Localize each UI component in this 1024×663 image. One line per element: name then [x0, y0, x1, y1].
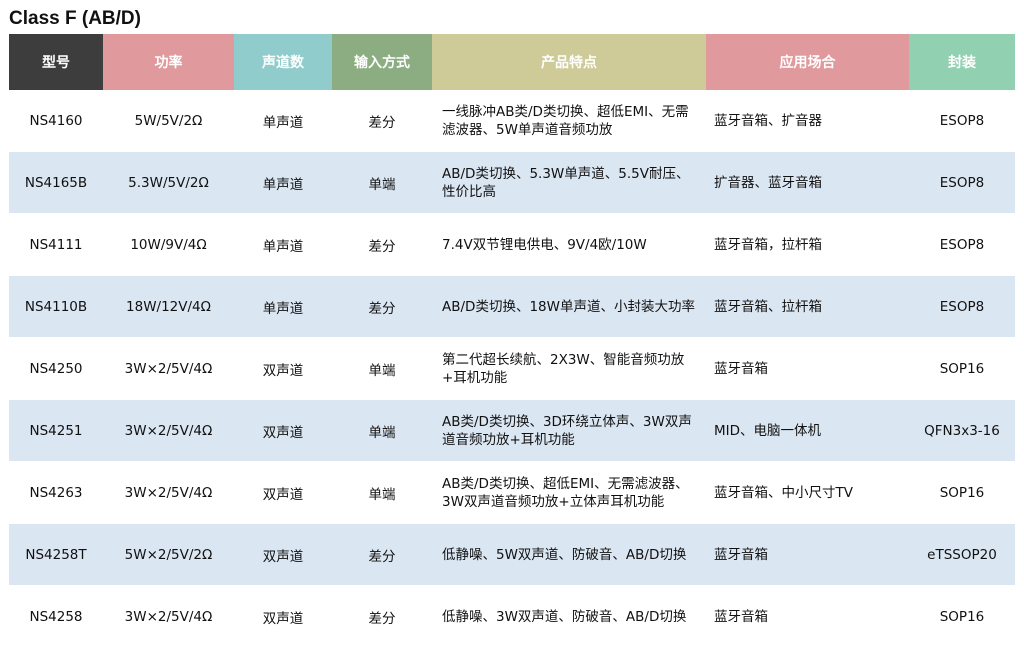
cell-features: 一线脉冲AB类/D类切换、超低EMI、无需滤波器、5W单声道音频功放 — [432, 90, 706, 152]
cell-package: ESOP8 — [909, 276, 1015, 338]
cell-model: NS4258T — [9, 524, 103, 586]
header-channels: 声道数 — [234, 34, 332, 90]
cell-features: 低静噪、5W双声道、防破音、AB/D切换 — [432, 524, 706, 586]
cell-package: ESOP8 — [909, 214, 1015, 276]
cell-application: 蓝牙音箱、中小尺寸TV — [706, 462, 909, 524]
page: Class F (AB/D) 型号 功率 声道数 输入方式 产品特点 应用场合 … — [0, 0, 1024, 663]
cell-model: NS4263 — [9, 462, 103, 524]
cell-power: 5W/5V/2Ω — [103, 90, 234, 152]
cell-model: NS4250 — [9, 338, 103, 400]
cell-channels: 单声道 — [234, 276, 332, 338]
cell-input: 差分 — [332, 586, 432, 648]
cell-power: 18W/12V/4Ω — [103, 276, 234, 338]
cell-application: 蓝牙音箱、拉杆箱 — [706, 276, 909, 338]
cell-power: 5.3W/5V/2Ω — [103, 152, 234, 214]
cell-application: 扩音器、蓝牙音箱 — [706, 152, 909, 214]
cell-input: 单端 — [332, 152, 432, 214]
cell-power: 3W×2/5V/4Ω — [103, 338, 234, 400]
page-title: Class F (AB/D) — [9, 8, 141, 29]
cell-channels: 单声道 — [234, 152, 332, 214]
header-features: 产品特点 — [432, 34, 706, 90]
cell-input: 单端 — [332, 400, 432, 462]
cell-input: 单端 — [332, 338, 432, 400]
cell-input: 差分 — [332, 524, 432, 586]
cell-package: eTSSOP20 — [909, 524, 1015, 586]
cell-power: 5W×2/5V/2Ω — [103, 524, 234, 586]
cell-features: 7.4V双节锂电供电、9V/4欧/10W — [432, 214, 706, 276]
table-grid: 型号 功率 声道数 输入方式 产品特点 应用场合 封装 NS4160 5W/5V/… — [9, 34, 1015, 648]
cell-power: 3W×2/5V/4Ω — [103, 462, 234, 524]
cell-features: AB/D类切换、5.3W单声道、5.5V耐压、性价比高 — [432, 152, 706, 214]
cell-model: NS4258 — [9, 586, 103, 648]
cell-channels: 双声道 — [234, 524, 332, 586]
header-power: 功率 — [103, 34, 234, 90]
cell-channels: 单声道 — [234, 90, 332, 152]
cell-model: NS4111 — [9, 214, 103, 276]
cell-channels: 单声道 — [234, 214, 332, 276]
cell-input: 单端 — [332, 462, 432, 524]
cell-model: NS4165B — [9, 152, 103, 214]
header-package: 封装 — [909, 34, 1015, 90]
cell-package: QFN3x3-16 — [909, 400, 1015, 462]
cell-application: MID、电脑一体机 — [706, 400, 909, 462]
cell-power: 10W/9V/4Ω — [103, 214, 234, 276]
cell-package: SOP16 — [909, 338, 1015, 400]
cell-features: AB类/D类切换、超低EMI、无需滤波器、3W双声道音频功放+立体声耳机功能 — [432, 462, 706, 524]
cell-package: SOP16 — [909, 586, 1015, 648]
cell-model: NS4160 — [9, 90, 103, 152]
cell-channels: 双声道 — [234, 400, 332, 462]
cell-model: NS4110B — [9, 276, 103, 338]
cell-package: ESOP8 — [909, 152, 1015, 214]
cell-input: 差分 — [332, 276, 432, 338]
cell-input: 差分 — [332, 214, 432, 276]
header-application: 应用场合 — [706, 34, 909, 90]
header-input: 输入方式 — [332, 34, 432, 90]
cell-features: AB类/D类切换、3D环绕立体声、3W双声道音频功放+耳机功能 — [432, 400, 706, 462]
cell-input: 差分 — [332, 90, 432, 152]
cell-features: AB/D类切换、18W单声道、小封装大功率 — [432, 276, 706, 338]
cell-channels: 双声道 — [234, 462, 332, 524]
cell-package: ESOP8 — [909, 90, 1015, 152]
cell-application: 蓝牙音箱 — [706, 338, 909, 400]
cell-model: NS4251 — [9, 400, 103, 462]
product-table: 型号 功率 声道数 输入方式 产品特点 应用场合 封装 NS4160 5W/5V/… — [9, 34, 1015, 650]
cell-application: 蓝牙音箱，拉杆箱 — [706, 214, 909, 276]
cell-power: 3W×2/5V/4Ω — [103, 400, 234, 462]
cell-application: 蓝牙音箱 — [706, 586, 909, 648]
cell-application: 蓝牙音箱、扩音器 — [706, 90, 909, 152]
cell-channels: 双声道 — [234, 586, 332, 648]
cell-power: 3W×2/5V/4Ω — [103, 586, 234, 648]
cell-features: 低静噪、3W双声道、防破音、AB/D切换 — [432, 586, 706, 648]
cell-package: SOP16 — [909, 462, 1015, 524]
header-model: 型号 — [9, 34, 103, 90]
cell-channels: 双声道 — [234, 338, 332, 400]
cell-features: 第二代超长续航、2X3W、智能音频功放+耳机功能 — [432, 338, 706, 400]
cell-application: 蓝牙音箱 — [706, 524, 909, 586]
